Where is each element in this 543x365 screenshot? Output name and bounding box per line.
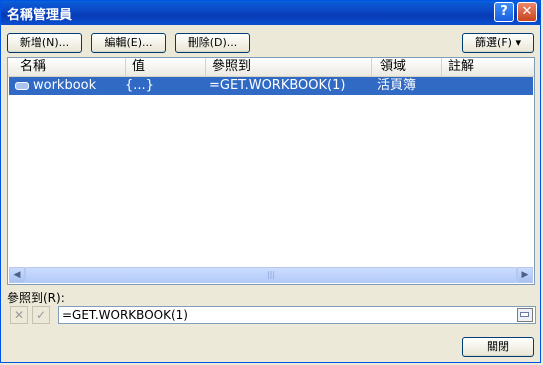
scroll-right-icon[interactable]: ▶	[517, 267, 533, 283]
collapse-dialog-icon[interactable]	[517, 308, 533, 322]
title-bar[interactable]: 名稱管理員 ? ✕	[1, 1, 540, 25]
row-scope: 活頁簿	[377, 78, 417, 93]
scroll-thumb[interactable]: |||	[25, 267, 517, 283]
scroll-left-icon[interactable]: ◀	[9, 267, 25, 283]
help-button[interactable]: ?	[494, 2, 514, 22]
close-window-button[interactable]: ✕	[517, 2, 537, 22]
column-header-scope[interactable]: 領域	[372, 58, 442, 76]
refers-to-input[interactable]: =GET.WORKBOOK(1)	[58, 306, 536, 324]
column-header-value[interactable]: 值	[126, 58, 206, 76]
column-header-comment[interactable]: 註解	[442, 58, 534, 76]
row-value: {...}	[125, 78, 154, 93]
window-title: 名稱管理員	[7, 8, 73, 23]
name-manager-window: 名稱管理員 ? ✕ 新增(N)... 編輯(E)... 刪除(D)... 篩選(…	[0, 0, 541, 363]
horizontal-scrollbar[interactable]: ◀ ||| ▶	[9, 267, 533, 283]
row-name: workbook	[33, 78, 97, 93]
table-row[interactable]: workbook {...} =GET.WORKBOOK(1) 活頁簿	[9, 77, 533, 95]
column-header-name[interactable]: 名稱	[8, 58, 126, 76]
refers-to-value: =GET.WORKBOOK(1)	[62, 308, 188, 322]
row-refers-to: =GET.WORKBOOK(1)	[209, 78, 346, 93]
filter-button[interactable]: 篩選(F) ▾	[462, 33, 534, 53]
delete-button[interactable]: 刪除(D)...	[175, 33, 250, 53]
confirm-edit-icon[interactable]: ✓	[32, 306, 50, 324]
column-header-refers-to[interactable]: 參照到	[206, 58, 372, 76]
edit-button[interactable]: 編輯(E)...	[91, 33, 166, 53]
close-button[interactable]: 關閉	[462, 337, 534, 357]
defined-name-icon	[15, 82, 29, 90]
refers-to-label: 參照到(R):	[7, 291, 65, 305]
cancel-edit-icon[interactable]: ✕	[10, 306, 28, 324]
names-list[interactable]: 名稱 值 參照到 領域 註解 workbook {...} =GET.WORKB…	[7, 57, 535, 285]
new-button[interactable]: 新增(N)...	[7, 33, 82, 53]
list-header: 名稱 值 參照到 領域 註解	[8, 58, 534, 77]
